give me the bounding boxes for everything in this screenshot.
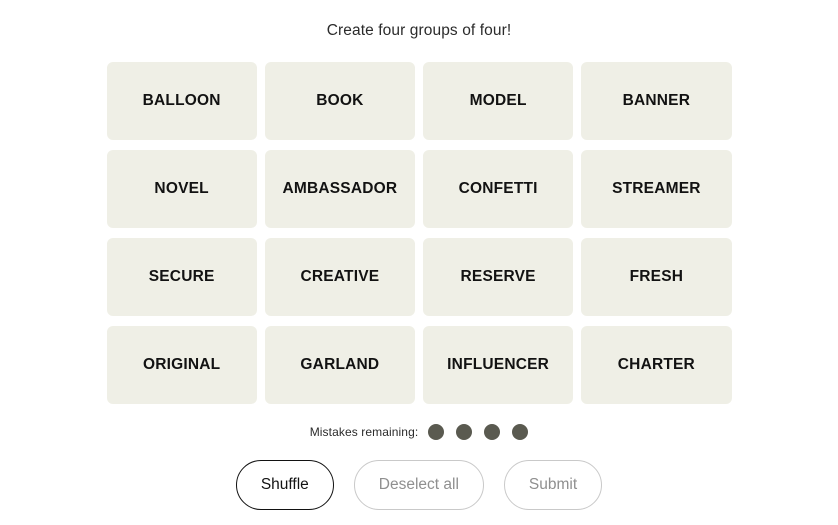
word-tile-label: MODEL bbox=[469, 92, 527, 110]
word-tile-label: FRESH bbox=[629, 268, 684, 286]
mistakes-remaining: Mistakes remaining: bbox=[310, 424, 529, 440]
mistake-dot bbox=[512, 424, 529, 440]
word-tile-label: CONFETTI bbox=[458, 180, 538, 198]
deselect-all-button[interactable]: Deselect all bbox=[353, 460, 484, 510]
shuffle-button[interactable]: Shuffle bbox=[235, 460, 334, 510]
word-tile-influencer[interactable]: INFLUENCER bbox=[423, 326, 574, 404]
mistake-dot bbox=[428, 424, 445, 440]
connections-game: Create four groups of four! BALLOON BOOK… bbox=[0, 0, 838, 525]
mistakes-dots bbox=[428, 424, 529, 440]
page-title: Create four groups of four! bbox=[326, 22, 512, 39]
mistake-dot bbox=[456, 424, 473, 440]
word-tile-label: RESERVE bbox=[460, 268, 536, 286]
mistake-dot bbox=[484, 424, 501, 440]
word-tile-label: BALLOON bbox=[142, 92, 221, 110]
word-tile-label: BOOK bbox=[316, 92, 364, 110]
word-tile-model[interactable]: MODEL bbox=[423, 62, 574, 140]
word-tile-confetti[interactable]: CONFETTI bbox=[423, 150, 574, 228]
word-tile-label: CREATIVE bbox=[300, 268, 380, 286]
word-tile-book[interactable]: BOOK bbox=[264, 62, 415, 140]
word-tile-secure[interactable]: SECURE bbox=[106, 238, 257, 316]
word-tile-ambassador[interactable]: AMBASSADOR bbox=[264, 150, 415, 228]
action-buttons: Shuffle Deselect all Submit bbox=[235, 460, 603, 510]
word-tile-fresh[interactable]: FRESH bbox=[581, 238, 732, 316]
word-tile-streamer[interactable]: STREAMER bbox=[581, 150, 732, 228]
word-tile-banner[interactable]: BANNER bbox=[581, 62, 732, 140]
word-tile-balloon[interactable]: BALLOON bbox=[106, 62, 257, 140]
word-tile-reserve[interactable]: RESERVE bbox=[423, 238, 574, 316]
word-tile-label: ORIGINAL bbox=[142, 356, 221, 374]
word-tile-label: GARLAND bbox=[300, 356, 380, 374]
word-tile-garland[interactable]: GARLAND bbox=[264, 326, 415, 404]
word-tile-label: CHARTER bbox=[617, 356, 695, 374]
word-tile-label: STREAMER bbox=[612, 180, 701, 198]
word-tile-charter[interactable]: CHARTER bbox=[581, 326, 732, 404]
word-tile-label: BANNER bbox=[622, 92, 691, 110]
word-tile-label: AMBASSADOR bbox=[282, 180, 398, 198]
word-tile-label: SECURE bbox=[148, 268, 215, 286]
word-tile-label: NOVEL bbox=[154, 180, 209, 198]
word-tile-label: INFLUENCER bbox=[447, 356, 550, 374]
word-tile-creative[interactable]: CREATIVE bbox=[264, 238, 415, 316]
word-tile-novel[interactable]: NOVEL bbox=[106, 150, 257, 228]
word-grid: BALLOON BOOK MODEL BANNER NOVEL AMBASSAD… bbox=[106, 62, 732, 404]
submit-button[interactable]: Submit bbox=[503, 460, 603, 510]
word-tile-original[interactable]: ORIGINAL bbox=[106, 326, 257, 404]
mistakes-remaining-label: Mistakes remaining: bbox=[309, 425, 419, 439]
